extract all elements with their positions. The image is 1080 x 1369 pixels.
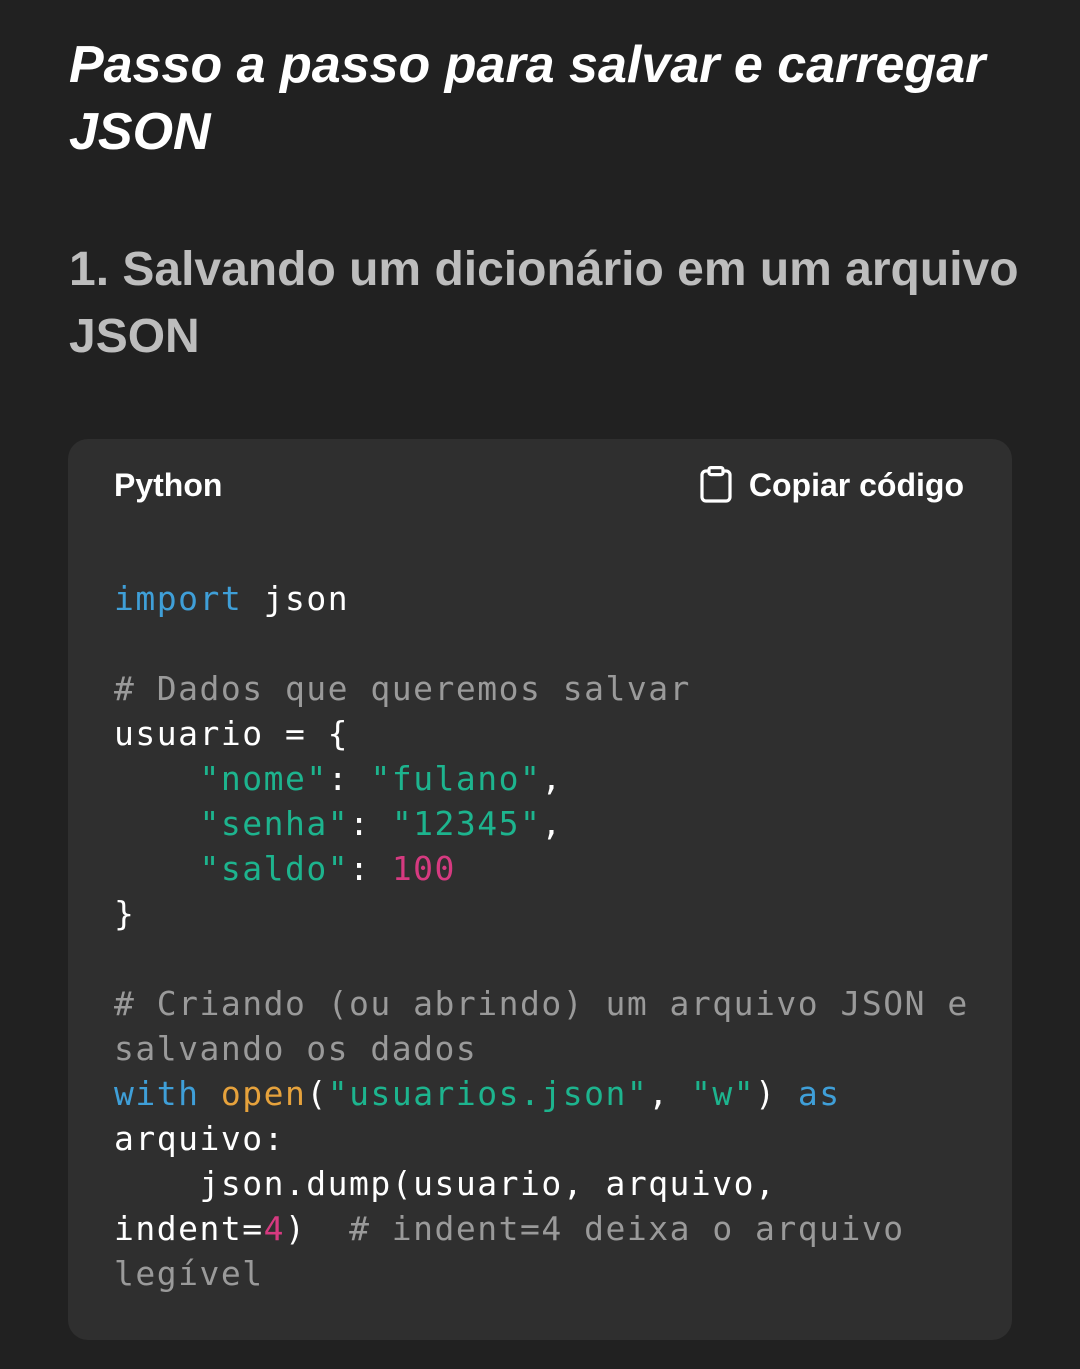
code-token-text: : bbox=[349, 849, 392, 888]
code-token-text: json bbox=[242, 579, 350, 618]
code-token-string: "usuarios.json" bbox=[327, 1074, 649, 1113]
code-comment: # indent=4 deixa o arquivo bbox=[349, 1209, 905, 1248]
code-token-text: , bbox=[648, 1074, 691, 1113]
code-token-number: 100 bbox=[391, 849, 456, 888]
page-title: Passo a passo para salvar e carregar JSO… bbox=[69, 36, 986, 161]
clipboard-icon bbox=[699, 466, 733, 504]
code-block: Python Copiar código import json # Dados… bbox=[68, 439, 1012, 1340]
code-token-text: : bbox=[349, 804, 392, 843]
code-token-string: "senha" bbox=[199, 804, 350, 843]
code-token-keyword: as bbox=[797, 1074, 841, 1113]
code-token-text: : bbox=[327, 759, 371, 798]
code-comment: # Criando (ou abrindo) um arquivo JSON e bbox=[114, 984, 969, 1023]
code-token-string: "w" bbox=[690, 1074, 756, 1113]
code-token-string: "nome" bbox=[199, 759, 328, 798]
code-comment: salvando os dados bbox=[114, 1029, 478, 1068]
copy-code-label: Copiar código bbox=[748, 467, 964, 503]
code-comment: # Dados que queremos salvar bbox=[114, 669, 691, 708]
copy-code-button[interactable]: Copiar código bbox=[699, 463, 964, 507]
code-token-string: "12345" bbox=[391, 804, 542, 843]
code-token-number: 4 bbox=[263, 1209, 285, 1248]
code-token-keyword: import bbox=[114, 579, 243, 618]
code-token-builtin: open bbox=[220, 1074, 307, 1113]
section-heading: 1. Salvando um dicionário em um arquivo … bbox=[69, 243, 1019, 363]
code-token-text: , bbox=[541, 759, 563, 798]
code-token-string: "saldo" bbox=[199, 849, 350, 888]
code-content: import json # Dados que queremos salvar … bbox=[114, 576, 974, 1296]
code-token-text: } bbox=[114, 894, 136, 933]
code-token-text: indent= bbox=[114, 1209, 264, 1248]
code-token-text: ) bbox=[755, 1074, 798, 1113]
code-comment: legível bbox=[114, 1254, 264, 1293]
code-token-text: usuario = { bbox=[114, 714, 350, 753]
code-token-string: "fulano" bbox=[370, 759, 542, 798]
code-token-text: arquivo: bbox=[114, 1119, 285, 1158]
code-token-text: ) bbox=[284, 1209, 350, 1248]
code-token-keyword: with bbox=[114, 1074, 200, 1113]
code-token-text: json.dump(usuario, arquivo, bbox=[114, 1164, 777, 1203]
code-token-text: , bbox=[541, 804, 563, 843]
code-token-text: ( bbox=[306, 1074, 328, 1113]
code-language-label: Python bbox=[114, 467, 223, 503]
